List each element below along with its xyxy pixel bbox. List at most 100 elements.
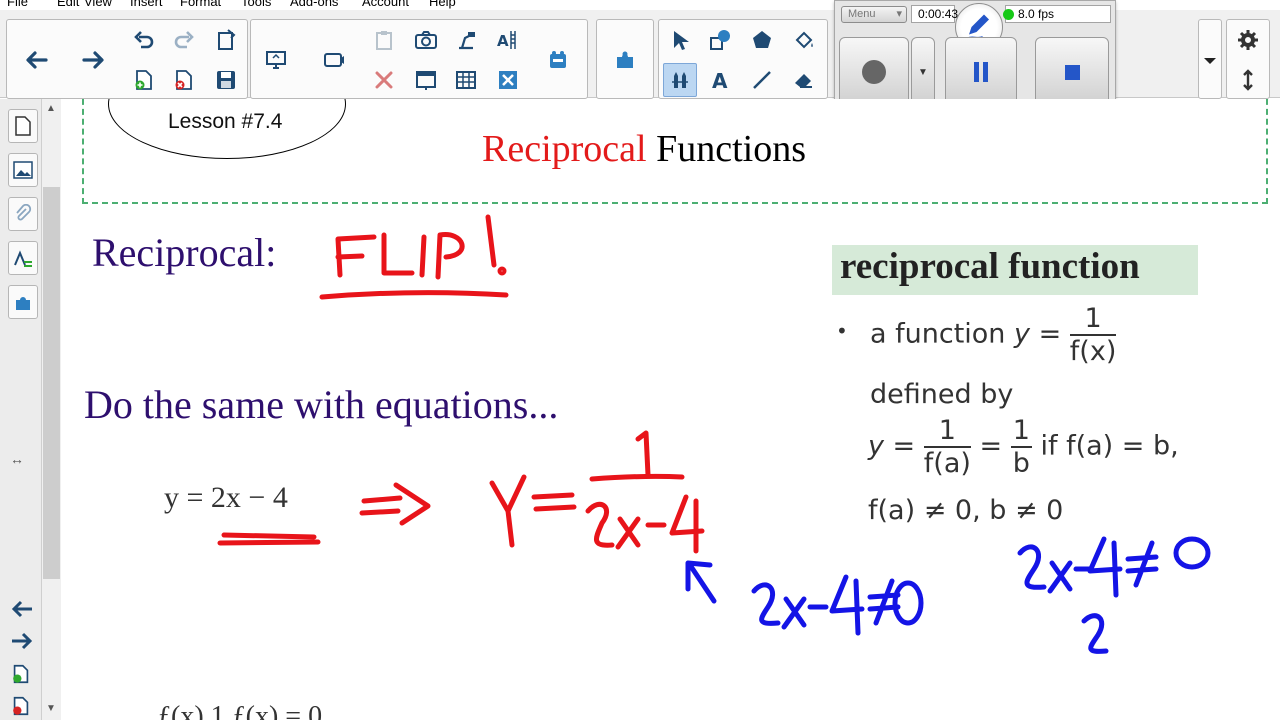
- gallery-icon: [13, 161, 33, 179]
- lesson-activity-button[interactable]: [541, 43, 575, 77]
- add-page-sidebar-button[interactable]: [10, 663, 32, 690]
- ink-flip-underline: [319, 290, 509, 300]
- add-page-button[interactable]: [127, 63, 161, 97]
- ink-pointer-arrow: [685, 560, 717, 604]
- vertical-scrollbar[interactable]: ▲ ▼: [42, 99, 61, 720]
- undo-button[interactable]: [127, 23, 161, 57]
- screen-share-icon: [266, 51, 286, 69]
- text-tool[interactable]: A: [703, 63, 737, 97]
- customize-toolbar-button[interactable]: [1231, 23, 1265, 57]
- record-button[interactable]: [839, 37, 909, 107]
- delete-page-icon: [175, 70, 192, 90]
- addons-button[interactable]: [608, 43, 642, 77]
- previous-page-button[interactable]: [19, 43, 53, 77]
- polygon-icon: [753, 31, 771, 48]
- camera-icon: [415, 31, 437, 49]
- previous-page-sidebar-button[interactable]: [10, 599, 34, 624]
- screen-shade-button[interactable]: [409, 63, 443, 97]
- camera-button[interactable]: [409, 23, 443, 57]
- line-icon: [753, 71, 771, 89]
- addon-puzzle-icon: [550, 51, 566, 68]
- scroll-down-arrow-icon[interactable]: ▼: [46, 703, 56, 714]
- svg-text:A: A: [497, 32, 509, 50]
- clipboard-icon: [376, 31, 392, 50]
- clear-icon: [499, 71, 517, 89]
- delete-page-button[interactable]: [167, 63, 201, 97]
- screen-share-button[interactable]: [259, 43, 293, 77]
- record-options-dropdown[interactable]: ▼: [911, 37, 935, 107]
- pens-tool[interactable]: [663, 63, 697, 97]
- page-sorter-icon: [15, 116, 31, 136]
- fill-tool[interactable]: [787, 23, 821, 57]
- line-tool[interactable]: [745, 63, 779, 97]
- svg-text:A: A: [712, 69, 728, 92]
- next-page-button[interactable]: [77, 43, 111, 77]
- menu-insert[interactable]: Insert: [130, 0, 163, 9]
- gear-icon: [1238, 30, 1258, 50]
- menu-add-ons[interactable]: Add-ons: [290, 0, 338, 9]
- properties-tab[interactable]: [8, 241, 38, 275]
- page-sorter-tab[interactable]: [8, 109, 38, 143]
- save-button[interactable]: [209, 63, 243, 97]
- toolbar-group-tools: A: [658, 19, 828, 99]
- properties-icon: [14, 250, 32, 267]
- status-dot-icon: [1003, 9, 1014, 20]
- select-tool[interactable]: [663, 23, 697, 57]
- regular-polygon-tool[interactable]: [745, 23, 779, 57]
- menu-account[interactable]: Account: [362, 0, 409, 9]
- menu-view[interactable]: View: [84, 0, 112, 9]
- toolbar-group-addons: [596, 19, 654, 99]
- recorder-menu-dropdown[interactable]: Menu ▾: [841, 6, 907, 23]
- menu-help[interactable]: Help: [429, 0, 456, 9]
- insert-table-button[interactable]: [449, 63, 483, 97]
- ink-flip-word: [335, 214, 507, 280]
- stop-button[interactable]: [1035, 37, 1109, 107]
- delete-page-sidebar-button[interactable]: [10, 695, 32, 720]
- menu-format[interactable]: Format: [180, 0, 221, 9]
- more-tools-dropdown[interactable]: [1193, 43, 1227, 77]
- paste-page-button[interactable]: [209, 23, 243, 57]
- text-icon: A: [712, 69, 728, 92]
- clipboard-button[interactable]: [367, 23, 401, 57]
- attachments-tab[interactable]: [8, 197, 38, 231]
- screen-capture-button[interactable]: [317, 43, 351, 77]
- recorder-panel: Menu ▾ 0:00:43 8.0 fps ▼: [834, 0, 1116, 115]
- resize-handle[interactable]: ↔: [10, 451, 24, 467]
- ink-equation-underline: [217, 532, 321, 546]
- toolbar-group-screen: A: [250, 19, 588, 99]
- recording-time: 0:00:43: [911, 5, 958, 23]
- toolbar-group-nav: [6, 19, 248, 99]
- eraser-tool[interactable]: [787, 63, 821, 97]
- scrollbar-thumb[interactable]: [43, 187, 60, 579]
- chevron-down-icon: [1204, 58, 1216, 64]
- left-sidebar: ↔: [0, 99, 42, 720]
- gallery-tab[interactable]: [8, 153, 38, 187]
- ink-implies-arrow: [359, 482, 431, 526]
- whiteboard-canvas[interactable]: Lesson #7.4 Reciprocal Functions Recipro…: [62, 99, 1280, 720]
- addons-tab[interactable]: [8, 285, 38, 319]
- clear-button[interactable]: [491, 63, 525, 97]
- pause-button[interactable]: [945, 37, 1017, 107]
- record-circle-icon: [862, 60, 886, 84]
- toolbar-settings-group: [1226, 19, 1270, 99]
- recorder-menu-label: Menu: [848, 8, 876, 20]
- shapes-tool[interactable]: [703, 23, 737, 57]
- redo-icon: [174, 31, 194, 49]
- addon-puzzle-icon: [617, 51, 633, 68]
- scroll-up-arrow-icon[interactable]: ▲: [46, 103, 56, 114]
- delete-button[interactable]: [367, 63, 401, 97]
- eraser-icon: [795, 74, 812, 88]
- menu-tools[interactable]: Tools: [241, 0, 271, 9]
- document-camera-button[interactable]: [449, 23, 483, 57]
- arrow-right-icon: [12, 632, 33, 650]
- menu-file[interactable]: File: [7, 0, 28, 9]
- menu-edit[interactable]: Edit: [57, 0, 79, 9]
- move-toolbar-button[interactable]: [1231, 63, 1265, 97]
- addons-icon: [16, 297, 30, 310]
- chevron-down-icon: ▼: [918, 66, 928, 78]
- next-page-sidebar-button[interactable]: [10, 631, 34, 656]
- pens-icon: [672, 72, 688, 88]
- redo-button[interactable]: [167, 23, 201, 57]
- fps-indicator: 8.0 fps: [1003, 5, 1111, 23]
- math-tools-button[interactable]: A: [491, 23, 525, 57]
